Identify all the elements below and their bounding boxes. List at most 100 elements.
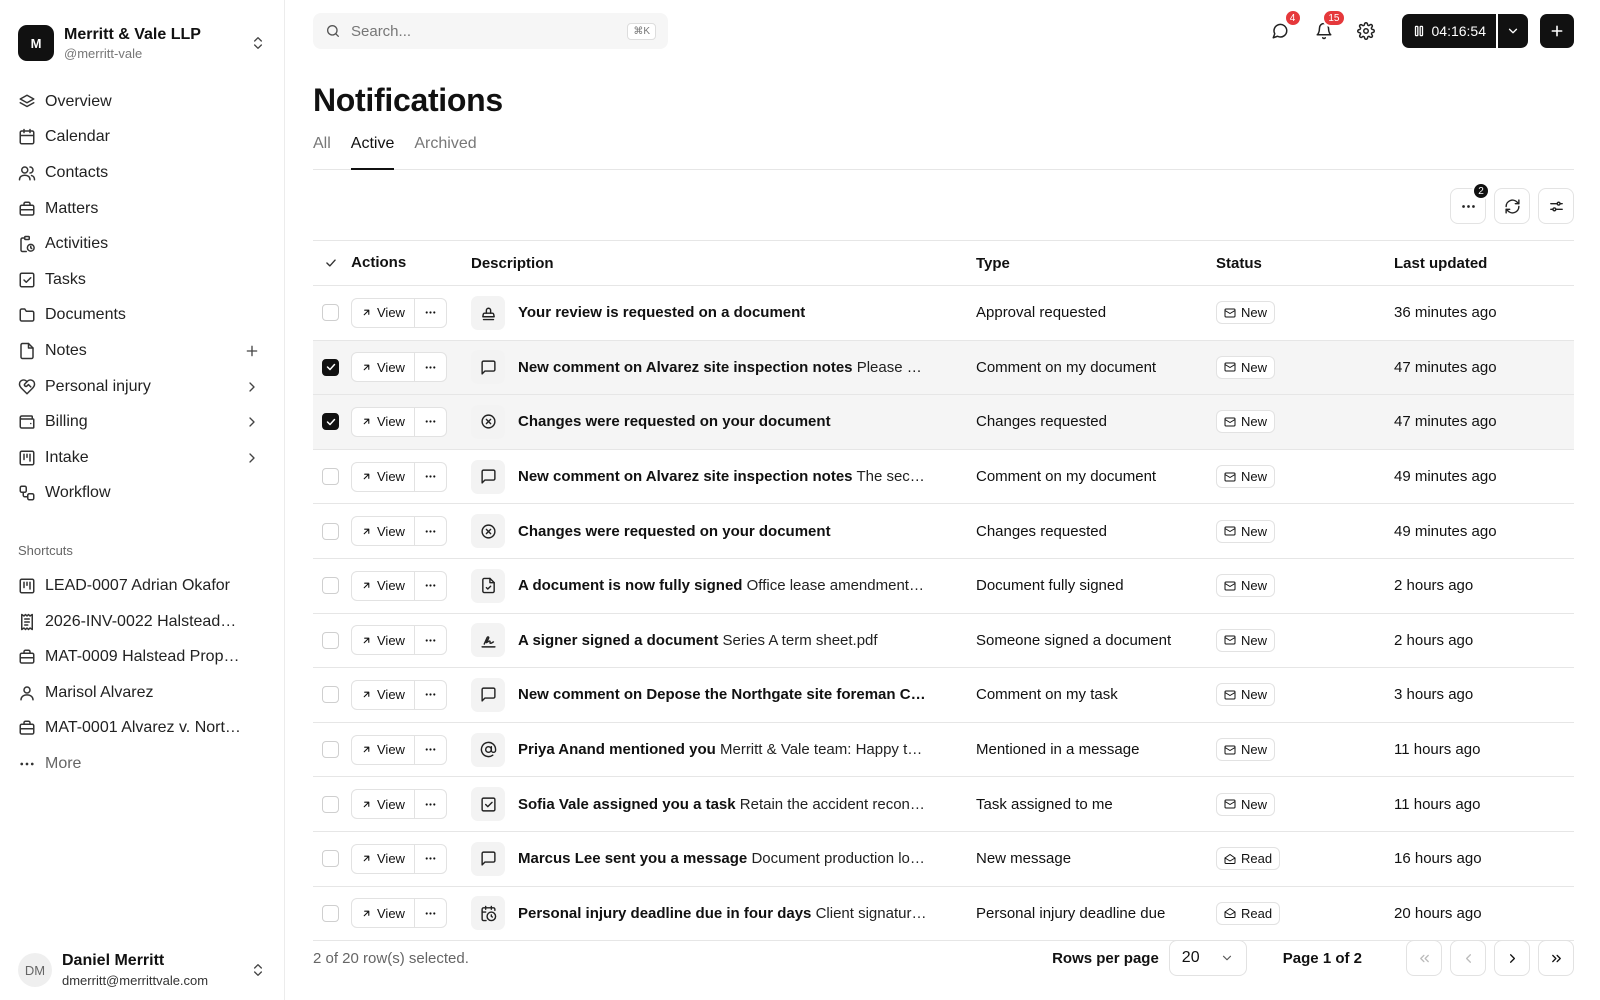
row-menu-button[interactable]	[414, 570, 447, 601]
sidebar-item-documents[interactable]: Documents	[0, 298, 284, 334]
tab-archived[interactable]: Archived	[414, 133, 476, 169]
timer-menu-button[interactable]	[1498, 14, 1528, 48]
notification-detail: Document production lo…	[751, 850, 925, 868]
timer-pause-button[interactable]: 04:16:54	[1401, 14, 1496, 48]
table-row[interactable]: View New comment on Depose the Northgate …	[313, 667, 1574, 723]
row-checkbox[interactable]	[322, 850, 339, 868]
search-input[interactable]	[351, 22, 628, 40]
sidebar-item-overview[interactable]: Overview	[0, 84, 284, 120]
view-button[interactable]: View	[351, 352, 415, 383]
row-checkbox[interactable]	[322, 413, 339, 431]
tab-all[interactable]: All	[313, 133, 331, 169]
last-updated: 20 hours ago	[1394, 886, 1574, 942]
table-row[interactable]: View Sofia Vale assigned you a task Retai…	[313, 776, 1574, 832]
table-row[interactable]: View New comment on Alvarez site inspecti…	[313, 449, 1574, 505]
table-row[interactable]: View New comment on Alvarez site inspecti…	[313, 340, 1574, 396]
table-row[interactable]: View A signer signed a document Series A …	[313, 613, 1574, 669]
row-menu-button[interactable]	[414, 679, 447, 710]
sidebar-item-calendar[interactable]: Calendar	[0, 120, 284, 156]
table-row[interactable]: View Changes were requested on your docum…	[313, 394, 1574, 450]
row-checkbox[interactable]	[322, 522, 339, 540]
view-button[interactable]: View	[351, 734, 415, 765]
tab-active[interactable]: Active	[350, 133, 395, 170]
status-header[interactable]: Status	[1216, 240, 1394, 286]
last-updated: 49 minutes ago	[1394, 449, 1574, 505]
row-checkbox[interactable]	[322, 795, 339, 813]
plus-icon[interactable]	[244, 343, 260, 359]
first-page-button[interactable]	[1406, 940, 1442, 976]
view-button[interactable]: View	[351, 461, 415, 492]
row-checkbox[interactable]	[322, 686, 339, 704]
sidebar-item-matters[interactable]: Matters	[0, 191, 284, 227]
table-row[interactable]: View Marcus Lee sent you a message Docume…	[313, 831, 1574, 887]
table-row[interactable]: View A document is now fully signed Offic…	[313, 558, 1574, 614]
row-checkbox[interactable]	[322, 741, 339, 759]
user-menu[interactable]: DM Daniel Merritt dmerritt@merrittvale.c…	[18, 952, 266, 988]
view-button[interactable]: View	[351, 570, 415, 601]
bulk-actions-button[interactable]: 2	[1450, 182, 1490, 224]
row-menu-button[interactable]	[414, 898, 447, 929]
row-checkbox[interactable]	[322, 631, 339, 649]
row-checkbox[interactable]	[322, 577, 339, 595]
select-all-checkbox[interactable]	[322, 255, 339, 272]
last-updated-header[interactable]: Last updated	[1394, 240, 1574, 286]
file-check-icon	[481, 577, 495, 594]
shortcut-item[interactable]: MAT-0001 Alvarez v. Nort…	[0, 711, 284, 747]
row-menu-button[interactable]	[414, 625, 447, 656]
row-menu-button[interactable]	[414, 789, 447, 820]
shortcut-item[interactable]: MAT-0009 Halstead Prop…	[0, 639, 284, 675]
row-checkbox[interactable]	[322, 904, 339, 922]
rows-per-page-select[interactable]: 20	[1168, 940, 1247, 976]
sidebar-item-contacts[interactable]: Contacts	[0, 155, 284, 191]
sidebar-item-tasks[interactable]: Tasks	[0, 262, 284, 298]
row-checkbox[interactable]	[322, 304, 339, 322]
search-box[interactable]: ⌘K	[313, 13, 668, 49]
notification-type-icon	[471, 787, 505, 822]
last-page-button[interactable]	[1538, 940, 1574, 976]
shortcut-item[interactable]: 2026-INV-0022 Halstead…	[0, 604, 284, 640]
table-row[interactable]: View Priya Anand mentioned you Merritt & …	[313, 722, 1574, 778]
org-switcher[interactable]: M Merritt & Vale LLP @merritt-vale	[0, 0, 284, 70]
row-menu-button[interactable]	[414, 461, 447, 492]
notifications-table: Actions Description Type Status Last upd…	[313, 240, 1574, 942]
notifications-button[interactable]: 15	[1310, 9, 1346, 45]
table-row[interactable]: View Personal injury deadline due in four…	[313, 886, 1574, 942]
row-menu-button[interactable]	[414, 352, 447, 383]
row-menu-button[interactable]	[414, 843, 447, 874]
view-button[interactable]: View	[351, 898, 415, 929]
view-button[interactable]: View	[351, 516, 415, 547]
row-menu-button[interactable]	[414, 734, 447, 765]
view-button[interactable]: View	[351, 297, 415, 328]
shortcut-item[interactable]: LEAD-0007 Adrian Okafor	[0, 568, 284, 604]
description-header[interactable]: Description	[471, 240, 976, 286]
sidebar-item-billing[interactable]: Billing	[0, 404, 284, 440]
row-menu-button[interactable]	[414, 516, 447, 547]
view-button[interactable]: View	[351, 625, 415, 656]
settings-button[interactable]	[1352, 17, 1380, 45]
type-header[interactable]: Type	[976, 240, 1216, 286]
table-row[interactable]: View Your review is requested on a docume…	[313, 285, 1574, 341]
view-button[interactable]: View	[351, 406, 415, 437]
row-checkbox[interactable]	[322, 468, 339, 486]
more-shortcuts-button[interactable]: More	[0, 746, 284, 782]
shortcut-item[interactable]: Marisol Alvarez	[0, 675, 284, 711]
sidebar-item-notes[interactable]: Notes	[0, 333, 284, 369]
view-button[interactable]: View	[351, 843, 415, 874]
sidebar-item-workflow[interactable]: Workflow	[0, 476, 284, 512]
next-page-button[interactable]	[1494, 940, 1530, 976]
previous-page-button[interactable]	[1450, 940, 1486, 976]
create-button[interactable]	[1540, 14, 1574, 48]
sidebar-item-intake[interactable]: Intake	[0, 440, 284, 476]
view-button[interactable]: View	[351, 789, 415, 820]
notification-title: New comment on Alvarez site inspection n…	[518, 358, 853, 376]
view-button[interactable]: View	[351, 679, 415, 710]
messages-button[interactable]: 4	[1266, 9, 1302, 45]
sidebar-item-personal-injury[interactable]: Personal injury	[0, 369, 284, 405]
row-checkbox[interactable]	[322, 358, 339, 376]
view-options-button[interactable]	[1538, 188, 1574, 224]
row-menu-button[interactable]	[414, 406, 447, 437]
row-menu-button[interactable]	[414, 297, 447, 328]
sidebar-item-activities[interactable]: Activities	[0, 226, 284, 262]
table-row[interactable]: View Changes were requested on your docum…	[313, 503, 1574, 559]
refresh-button[interactable]	[1494, 188, 1530, 224]
